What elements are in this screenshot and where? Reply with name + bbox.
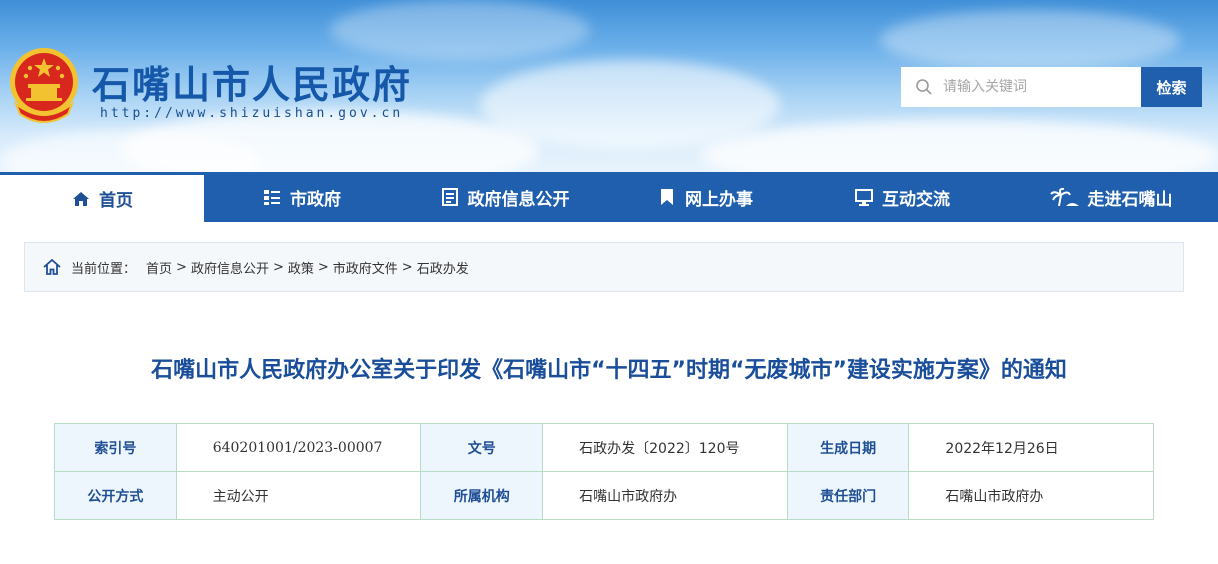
breadcrumb-prefix: 当前位置：	[71, 261, 137, 277]
breadcrumb-separator: >	[176, 259, 187, 275]
meta-key-date: 生成日期	[786, 423, 910, 472]
home-icon	[43, 259, 61, 275]
nav-label: 网上办事	[685, 189, 753, 210]
nav-item-city-government[interactable]: 市政府	[204, 172, 399, 222]
nav-item-info-disclosure[interactable]: 政府信息公开	[399, 172, 610, 222]
nav-item-interaction[interactable]: 互动交流	[800, 172, 1004, 222]
nav-label: 政府信息公开	[467, 189, 570, 210]
site-title[interactable]: 石嘴山市人民政府	[92, 54, 412, 109]
meta-value-doc-number: 石政办发〔2022〕120号	[542, 423, 788, 472]
meta-value-index: 640201001/2023-00007	[175, 423, 422, 472]
meta-value-organization: 石嘴山市政府办	[542, 471, 788, 520]
document-title: 石嘴山市人民政府办公室关于印发《石嘴山市“十四五”时期“无废城市”建设实施方案》…	[151, 358, 1067, 383]
breadcrumb-separator: >	[272, 259, 284, 275]
nav-label: 互动交流	[882, 189, 950, 210]
document-meta-table: 索引号 640201001/2023-00007 文号 石政办发〔2022〕12…	[54, 423, 1154, 520]
nav-label: 首页	[99, 191, 133, 211]
search-icon	[916, 79, 932, 95]
site-url: http://www.shizuishan.gov.cn	[100, 106, 404, 121]
monitor-icon	[855, 189, 873, 206]
breadcrumb-link-info-disclosure[interactable]: 政府信息公开	[191, 258, 269, 277]
meta-value-date: 2022年12月26日	[908, 423, 1154, 472]
breadcrumb-link-policy[interactable]: 政策	[288, 258, 314, 277]
meta-value-department: 石嘴山市政府办	[908, 471, 1154, 520]
header-banner: 石嘴山市人民政府 http://www.shizuishan.gov.cn 检索	[0, 0, 1218, 172]
nav-item-home[interactable]: 首页	[0, 172, 204, 222]
breadcrumb-separator: >	[401, 259, 413, 275]
search-button[interactable]: 检索	[1141, 67, 1202, 107]
meta-key-organization: 所属机构	[420, 471, 544, 520]
nav-item-online-services[interactable]: 网上办事	[610, 172, 800, 222]
search-box[interactable]	[901, 67, 1141, 107]
home-icon	[73, 191, 89, 206]
meta-key-doc-number: 文号	[420, 423, 544, 472]
table-row: 公开方式 主动公开 所属机构 石嘴山市政府办 责任部门 石嘴山市政府办	[54, 471, 1154, 520]
nav-label: 市政府	[290, 189, 341, 210]
national-emblem-icon	[10, 48, 78, 123]
table-row: 索引号 640201001/2023-00007 文号 石政办发〔2022〕12…	[54, 423, 1154, 472]
breadcrumb: 当前位置： 首页 > 政府信息公开 > 政策 > 市政府文件 > 石政办发	[24, 242, 1184, 292]
list-icon	[264, 190, 280, 205]
breadcrumb-link-shizhengbanfa[interactable]: 石政办发	[417, 258, 469, 277]
meta-key-disclosure-mode: 公开方式	[54, 471, 177, 520]
breadcrumb-separator: >	[317, 259, 329, 275]
palm-tree-icon	[1049, 187, 1079, 207]
search-input[interactable]	[943, 79, 1133, 95]
document-icon	[441, 188, 458, 206]
meta-key-department: 责任部门	[786, 471, 910, 520]
meta-key-index: 索引号	[54, 423, 177, 472]
nav-label: 走进石嘴山	[1087, 189, 1173, 210]
bookmark-icon	[661, 189, 673, 205]
nav-item-about-city[interactable]: 走进石嘴山	[1004, 172, 1218, 222]
breadcrumb-link-city-documents[interactable]: 市政府文件	[333, 258, 398, 277]
meta-value-disclosure-mode: 主动公开	[175, 471, 422, 520]
breadcrumb-link-home[interactable]: 首页	[146, 258, 172, 277]
main-nav: 首页 市政府 政府信息公开 网上办事 互动交流 走进石嘴山	[0, 172, 1218, 222]
